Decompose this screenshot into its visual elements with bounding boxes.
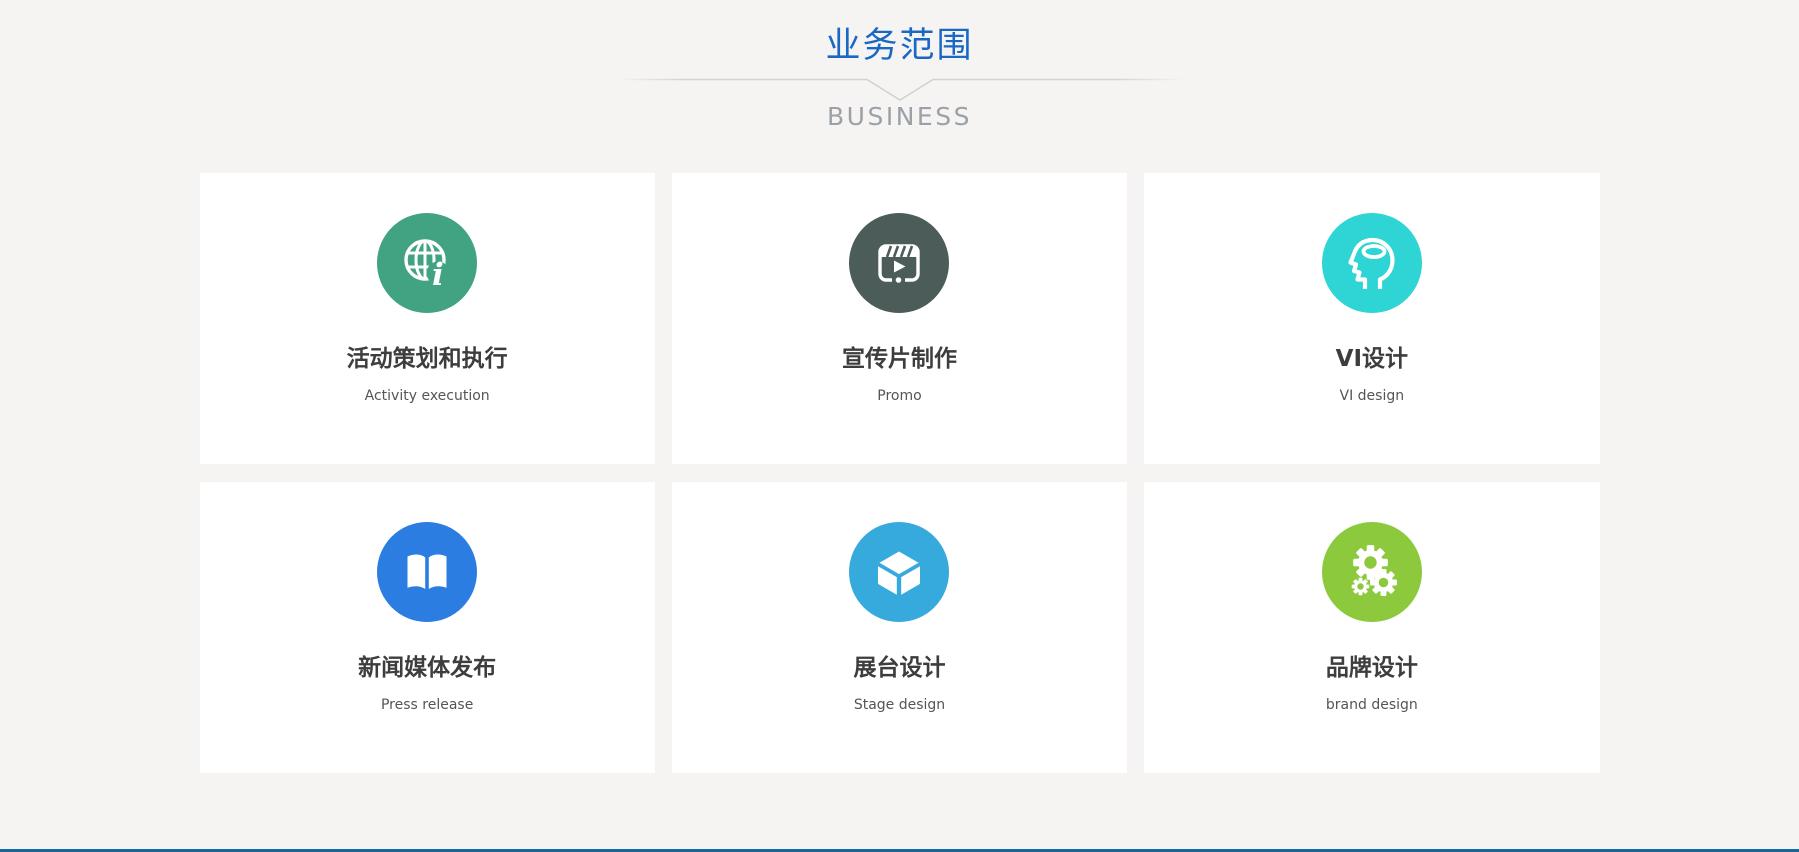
card-press-release[interactable]: 新闻媒体发布 Press release [200,482,655,773]
card-subtitle: Promo [672,387,1127,405]
svg-text:i: i [432,257,444,293]
section-subtitle: BUSINESS [0,101,1799,132]
business-card-grid: i 活动策划和执行 Activity execution [200,173,1600,773]
page-title: 业务范围 [0,25,1799,67]
card-subtitle: brand design [1144,696,1599,714]
divider-chevron [614,77,1186,103]
card-subtitle: Press release [200,696,655,714]
card-subtitle: Activity execution [200,387,655,405]
cube-icon [849,522,949,622]
card-stage-design[interactable]: 展台设计 Stage design [672,482,1127,773]
card-title: VI设计 [1144,344,1599,374]
open-book-icon [377,522,477,622]
card-title: 宣传片制作 [672,344,1127,374]
head-profile-icon [1322,213,1422,313]
card-brand-design[interactable]: 品牌设计 brand design [1144,482,1599,773]
card-vi-design[interactable]: VI设计 VI design [1144,173,1599,464]
business-section: 业务范围 BUSINESS [0,0,1799,852]
card-promo[interactable]: 宣传片制作 Promo [672,173,1127,464]
card-subtitle: Stage design [672,696,1127,714]
globe-info-icon: i [377,213,477,313]
card-subtitle: VI design [1144,387,1599,405]
card-title: 新闻媒体发布 [200,653,655,683]
card-title: 活动策划和执行 [200,344,655,374]
card-title: 展台设计 [672,653,1127,683]
section-header: 业务范围 BUSINESS [0,0,1799,132]
card-title: 品牌设计 [1144,653,1599,683]
clapperboard-play-icon [849,213,949,313]
gears-icon [1322,522,1422,622]
card-activity-execution[interactable]: i 活动策划和执行 Activity execution [200,173,655,464]
